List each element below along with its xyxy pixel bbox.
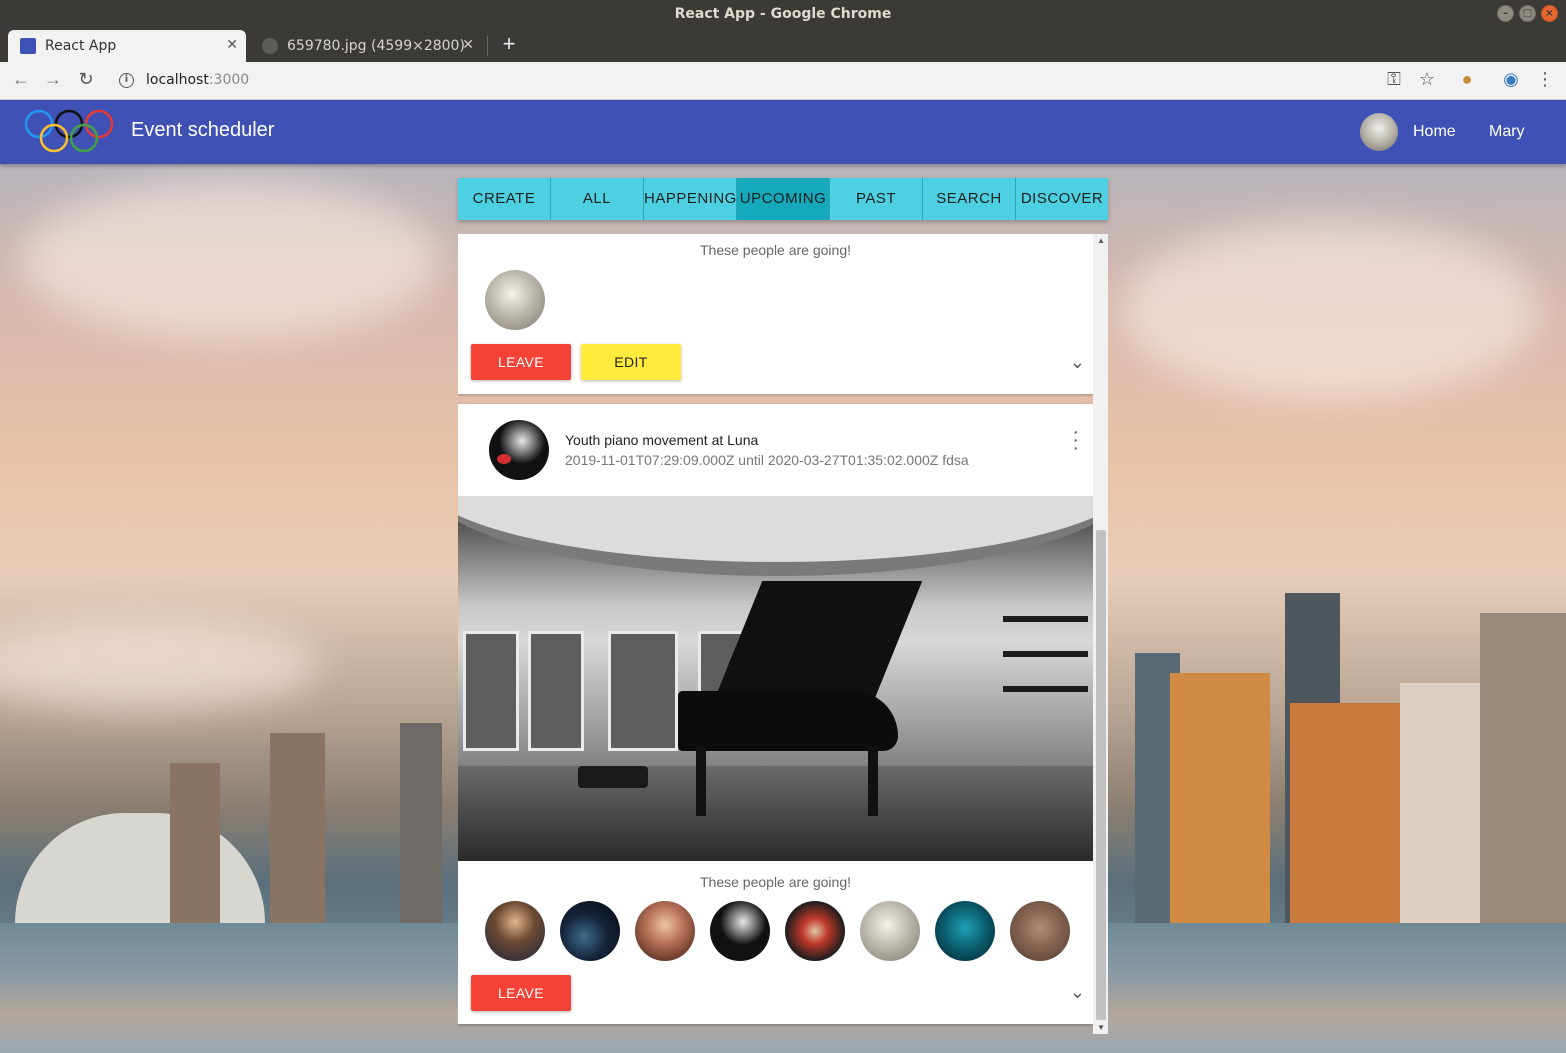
event-title: Youth piano movement at Luna [565, 432, 759, 448]
scroll-down-icon[interactable]: ▼ [1097, 1023, 1105, 1032]
attendee-avatar[interactable] [710, 901, 770, 961]
new-tab-icon[interactable]: + [498, 31, 520, 57]
event-subtitle: 2019-11-01T07:29:09.000Z until 2020-03-2… [565, 452, 969, 468]
chevron-down-icon[interactable]: ⌄ [1070, 352, 1085, 373]
background-dome [15, 813, 265, 923]
attendee-avatar[interactable] [785, 901, 845, 961]
close-window-icon[interactable]: × [1541, 5, 1558, 22]
attendee-avatar[interactable] [935, 901, 995, 961]
forward-icon[interactable]: → [42, 69, 64, 90]
photo-shelf [1003, 686, 1088, 692]
photo-window [608, 631, 678, 751]
background-cloud [0, 620, 320, 710]
photo-window [528, 631, 584, 751]
nav-user-link[interactable]: Mary [1489, 123, 1525, 141]
attendee-avatar[interactable] [635, 901, 695, 961]
tab-separator [487, 36, 488, 56]
nav-home-link[interactable]: Home [1413, 123, 1456, 141]
going-title: These people are going! [700, 874, 851, 890]
avatar-detail [497, 454, 511, 464]
photo-window [463, 631, 519, 751]
leave-button[interactable]: LEAVE [471, 975, 571, 1011]
url-port: :3000 [208, 72, 250, 88]
scrollbar[interactable]: ▲ ▼ [1093, 234, 1108, 1034]
close-icon[interactable]: ✕ [462, 37, 474, 53]
background-cloud [1120, 220, 1540, 400]
window-titlebar: React App - Google Chrome – □ × [0, 0, 1566, 28]
photo-floor [458, 766, 1093, 861]
avatar[interactable] [1360, 113, 1398, 151]
tab-upcoming[interactable]: UPCOMING [737, 178, 830, 220]
attendee-avatar[interactable] [485, 270, 545, 330]
background-cloud [20, 180, 440, 340]
scrollbar-thumb[interactable] [1096, 530, 1106, 1020]
background-building [1170, 673, 1270, 923]
tab-past[interactable]: PAST [830, 178, 923, 220]
more-vert-icon[interactable]: · · · [1072, 422, 1079, 458]
attendee-avatar[interactable] [560, 901, 620, 961]
background-building [270, 733, 325, 923]
tab-create[interactable]: CREATE [458, 178, 551, 220]
browser-tabstrip: React App ✕ 659780.jpg (4599×2800) ✕ + [0, 28, 1566, 62]
browser-tab-react-app[interactable]: React App ✕ [8, 30, 246, 62]
key-icon[interactable]: ⚿ [1383, 69, 1405, 90]
photo-piano [713, 581, 923, 701]
star-icon[interactable]: ☆ [1416, 69, 1438, 90]
event-feed[interactable]: These people are going! LEAVE EDIT ⌄ You… [458, 234, 1108, 1034]
leave-button[interactable]: LEAVE [471, 344, 571, 380]
app-title[interactable]: Event scheduler [131, 119, 274, 142]
event-card: These people are going! LEAVE EDIT ⌄ [458, 234, 1093, 394]
tab-happening[interactable]: HAPPENING [644, 178, 737, 220]
browser-tab-image[interactable]: 659780.jpg (4599×2800) ✕ [250, 30, 482, 62]
app-viewport: Event scheduler Home Mary CREATE ALL HAP… [0, 100, 1566, 1053]
background-building [1480, 613, 1566, 923]
background-building [400, 723, 442, 923]
photo-bench [578, 766, 648, 788]
photo-piano [696, 746, 706, 816]
attendee-avatar[interactable] [1010, 901, 1070, 961]
maximize-icon[interactable]: □ [1519, 5, 1536, 22]
tab-search[interactable]: SEARCH [923, 178, 1016, 220]
close-icon[interactable]: ✕ [226, 37, 238, 53]
event-card: Youth piano movement at Luna 2019-11-01T… [458, 404, 1093, 1024]
attendee-avatar[interactable] [860, 901, 920, 961]
attendee-avatar[interactable] [485, 901, 545, 961]
browser-toolbar: ← → ↻ i localhost:3000 ⚿ ☆ ● ◉ ⋮ [0, 62, 1566, 100]
host-avatar[interactable] [489, 420, 549, 480]
tab-discover[interactable]: DISCOVER [1016, 178, 1108, 220]
app-bar: Event scheduler Home Mary [0, 100, 1566, 164]
info-icon[interactable]: i [119, 72, 134, 88]
background-building [1290, 703, 1400, 923]
photo-shelf [1003, 616, 1088, 622]
background-building [170, 763, 220, 923]
scroll-up-icon[interactable]: ▲ [1097, 236, 1105, 245]
going-title: These people are going! [700, 242, 851, 258]
cookie-icon[interactable]: ● [1456, 69, 1478, 90]
globe-icon [262, 38, 278, 54]
olympic-rings-logo[interactable] [24, 109, 116, 153]
minimize-icon[interactable]: – [1497, 5, 1514, 22]
browser-tab-label: 659780.jpg (4599×2800) [287, 38, 465, 54]
photo-ceiling [458, 496, 1093, 576]
menu-icon[interactable]: ⋮ [1534, 69, 1556, 90]
browser-tab-label: React App [45, 38, 117, 54]
url-host: localhost [146, 72, 209, 88]
tab-all[interactable]: ALL [551, 178, 644, 220]
edit-button[interactable]: EDIT [581, 344, 681, 380]
event-tabs: CREATE ALL HAPPENING UPCOMING PAST SEARC… [458, 178, 1108, 220]
window-title: React App - Google Chrome [674, 6, 892, 22]
back-icon[interactable]: ← [10, 69, 32, 90]
event-image [458, 496, 1093, 861]
photo-piano [868, 746, 878, 816]
photo-shelf [1003, 651, 1088, 657]
address-bar[interactable]: i localhost:3000 [112, 69, 249, 91]
profile-icon[interactable]: ◉ [1500, 69, 1522, 90]
photo-piano [678, 691, 898, 751]
background-building [1400, 683, 1490, 923]
reload-icon[interactable]: ↻ [75, 69, 97, 90]
chevron-down-icon[interactable]: ⌄ [1070, 982, 1085, 1003]
window-controls: – □ × [1497, 5, 1558, 22]
react-app-favicon-icon [20, 38, 36, 54]
